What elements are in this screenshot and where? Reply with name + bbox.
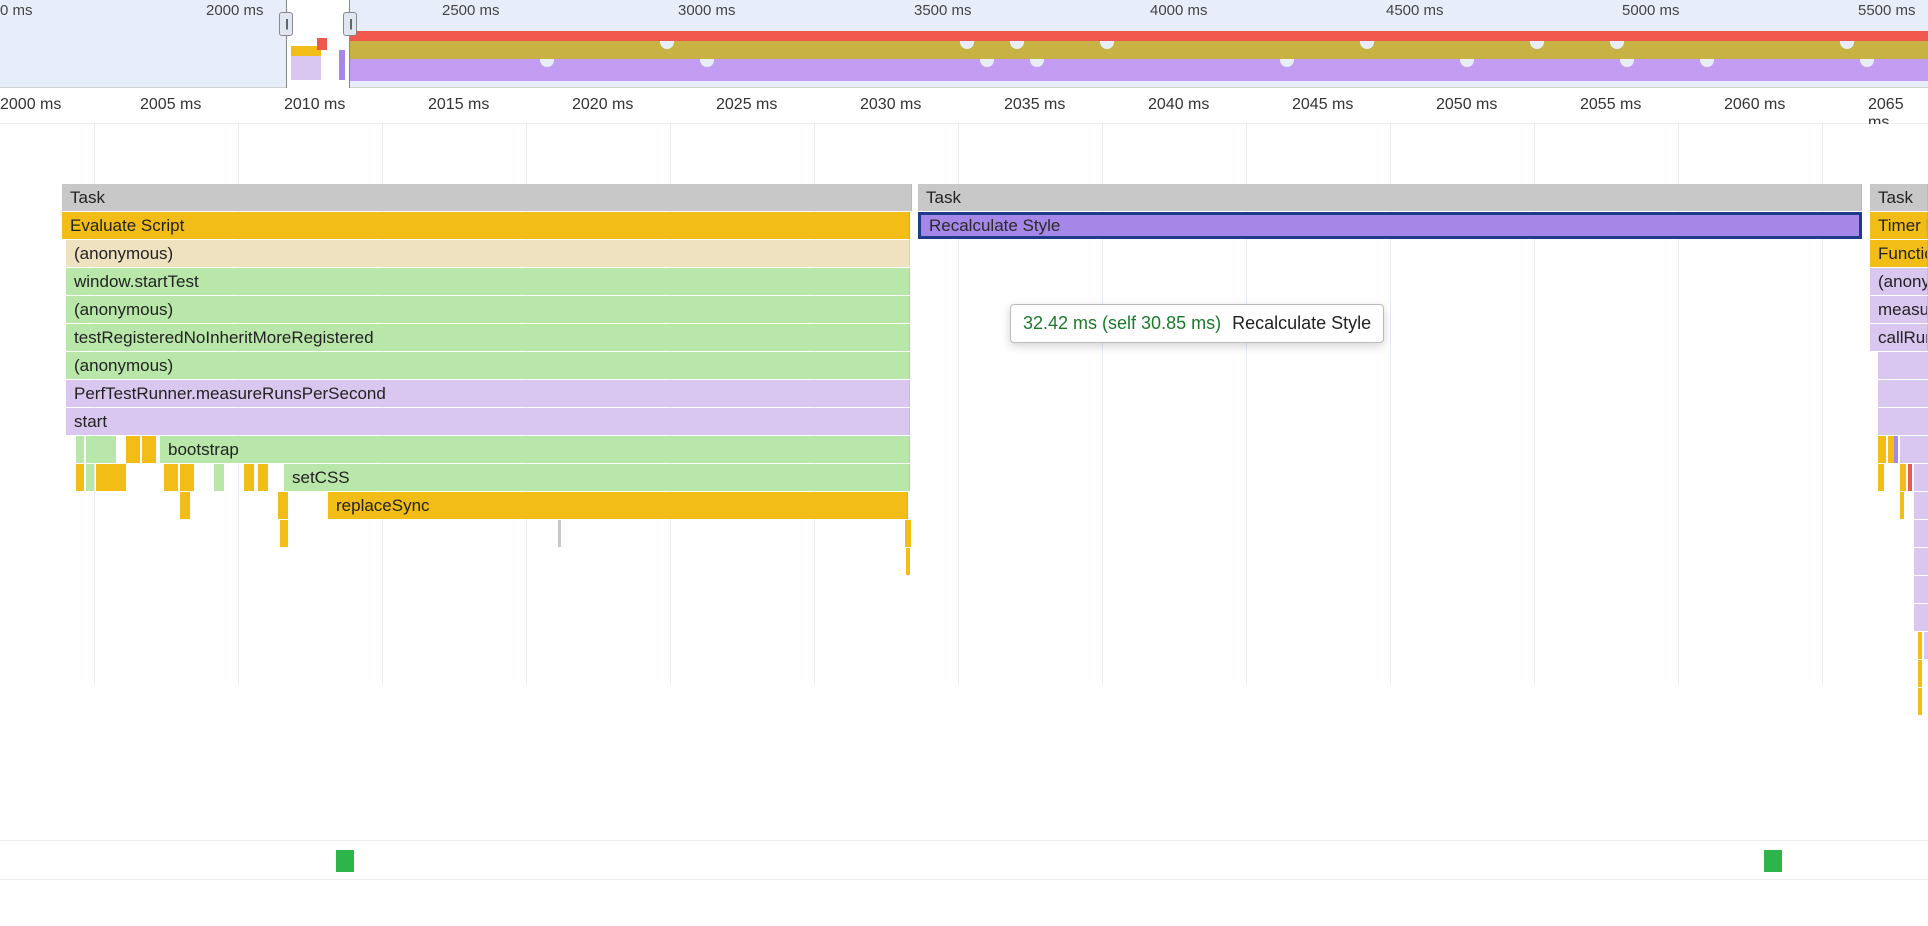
flame-entry[interactable] [278,492,288,519]
flame-entry[interactable] [1878,352,1928,379]
flame-entry[interactable] [1900,464,1906,491]
overview-tick: 4500 ms [1386,2,1444,19]
flame-entry[interactable] [1914,604,1928,631]
timeline-overview[interactable]: 0 ms 2000 ms 2500 ms 3000 ms 3500 ms 4000 ms 4… [0,0,1928,88]
ruler-tick: 2020 ms [572,96,633,114]
ruler-tick: 2055 ms [1580,96,1641,114]
flame-entry[interactable]: start [66,408,910,435]
flame-entry[interactable] [1914,520,1928,547]
overview-mini-block [339,50,345,80]
flame-entry[interactable]: Evaluate Script [62,212,910,239]
tooltip-time: 32.42 ms (self 30.85 ms) [1023,313,1221,333]
overview-band-rendering [350,59,1928,81]
ruler-tick: 2045 ms [1292,96,1353,114]
overview-tick: 3500 ms [914,2,972,19]
ruler-tick: 2050 ms [1436,96,1497,114]
ruler-tick: 2015 ms [428,96,489,114]
flame-entry[interactable] [1918,660,1922,687]
flame-entry[interactable] [180,464,194,491]
flame-entry[interactable] [1914,576,1928,603]
flame-entry[interactable]: Task [1870,184,1928,211]
flame-entry[interactable] [1878,464,1884,491]
flame-entry[interactable] [244,464,254,491]
flame-entry[interactable] [96,464,126,491]
flame-entry[interactable]: (anonymous) [1870,268,1928,295]
flame-entry[interactable]: window.startTest [66,268,910,295]
flame-entry[interactable] [164,464,178,491]
flame-tooltip: 32.42 ms (self 30.85 ms) Recalculate Sty… [1010,304,1384,343]
flame-entry[interactable]: (anonymous) [66,352,910,379]
flame-entry[interactable] [1878,408,1928,435]
flame-entry[interactable] [1908,464,1912,491]
flame-entry[interactable] [280,520,288,547]
flame-entry[interactable] [1918,632,1922,659]
flame-entry[interactable]: PerfTestRunner.measureRunsPerSecond [66,380,910,407]
flame-entry[interactable] [1924,632,1928,659]
footer-strip [0,840,1928,880]
ruler-tick: 2030 ms [860,96,921,114]
overview-mini-block [317,38,327,50]
flame-entry[interactable] [180,492,190,519]
overview-handle-left[interactable]: || [279,12,293,36]
ruler-tick: 2000 ms [0,96,61,114]
flame-entry[interactable]: replaceSync [328,492,908,519]
ruler-tick: 2025 ms [716,96,777,114]
flame-entry[interactable] [258,464,268,491]
overview-handle-right[interactable]: || [343,12,357,36]
ruler-tick: 2060 ms [1724,96,1785,114]
ruler-tick: 2010 ms [284,96,345,114]
flame-entry[interactable] [1918,688,1922,715]
overview-viewport-window[interactable]: || || [286,0,350,88]
overview-tick: 3000 ms [678,2,736,19]
flame-chart[interactable]: TaskEvaluate Script(anonymous)window.sta… [0,124,1928,684]
flame-entry[interactable]: Task [918,184,1862,211]
flame-entry[interactable] [558,520,561,547]
footer-mark [336,850,354,872]
flame-entry[interactable] [1914,548,1928,575]
flame-entry[interactable] [905,520,911,547]
flame-entry[interactable] [1914,492,1928,519]
flame-entry[interactable] [86,464,94,491]
flame-entry[interactable] [214,464,224,491]
footer-mark [1764,850,1782,872]
flame-entry[interactable] [76,436,84,463]
overview-tick: 5500 ms [1858,2,1916,19]
flame-entry[interactable] [1900,436,1928,463]
flame-entry[interactable] [126,436,140,463]
flame-entry[interactable]: measureRunsPerSecond [1870,296,1928,323]
flame-entry[interactable]: (anonymous) [66,240,910,267]
overview-band-loading [350,31,1928,41]
flame-entry-selected[interactable]: Recalculate Style [918,212,1862,239]
flame-entry[interactable] [1878,380,1928,407]
tooltip-name: Recalculate Style [1232,313,1371,333]
flame-entry[interactable]: Function Call [1870,240,1928,267]
flame-entry[interactable] [1914,464,1928,491]
flame-entry[interactable] [1894,436,1898,463]
flame-entry[interactable] [76,464,84,491]
flame-entry[interactable]: callRunAndMeasure [1870,324,1928,351]
flame-entry[interactable] [86,436,116,463]
flame-entry[interactable]: bootstrap [160,436,910,463]
ruler-tick: 2035 ms [1004,96,1065,114]
flame-entry[interactable]: Task [62,184,912,211]
overview-tick: 2000 ms [206,2,264,19]
flame-entry[interactable]: (anonymous) [66,296,910,323]
flame-entry[interactable]: setCSS [284,464,910,491]
flame-ruler[interactable]: 2000 ms 2005 ms 2010 ms 2015 ms 2020 ms 2025 … [0,88,1928,124]
flame-entry[interactable] [1900,492,1904,519]
flame-entry[interactable] [1878,436,1886,463]
flame-entry[interactable]: testRegisteredNoInheritMoreRegistered [66,324,910,351]
overview-tick: 2500 ms [442,2,500,19]
overview-tick: 5000 ms [1622,2,1680,19]
overview-tick: 4000 ms [1150,2,1208,19]
ruler-tick: 2040 ms [1148,96,1209,114]
overview-tick: 0 ms [0,2,33,19]
ruler-tick: 2005 ms [140,96,201,114]
flame-entry[interactable]: Timer Fired [1870,212,1928,239]
flame-entry[interactable] [906,548,910,575]
flame-entry[interactable] [142,436,156,463]
